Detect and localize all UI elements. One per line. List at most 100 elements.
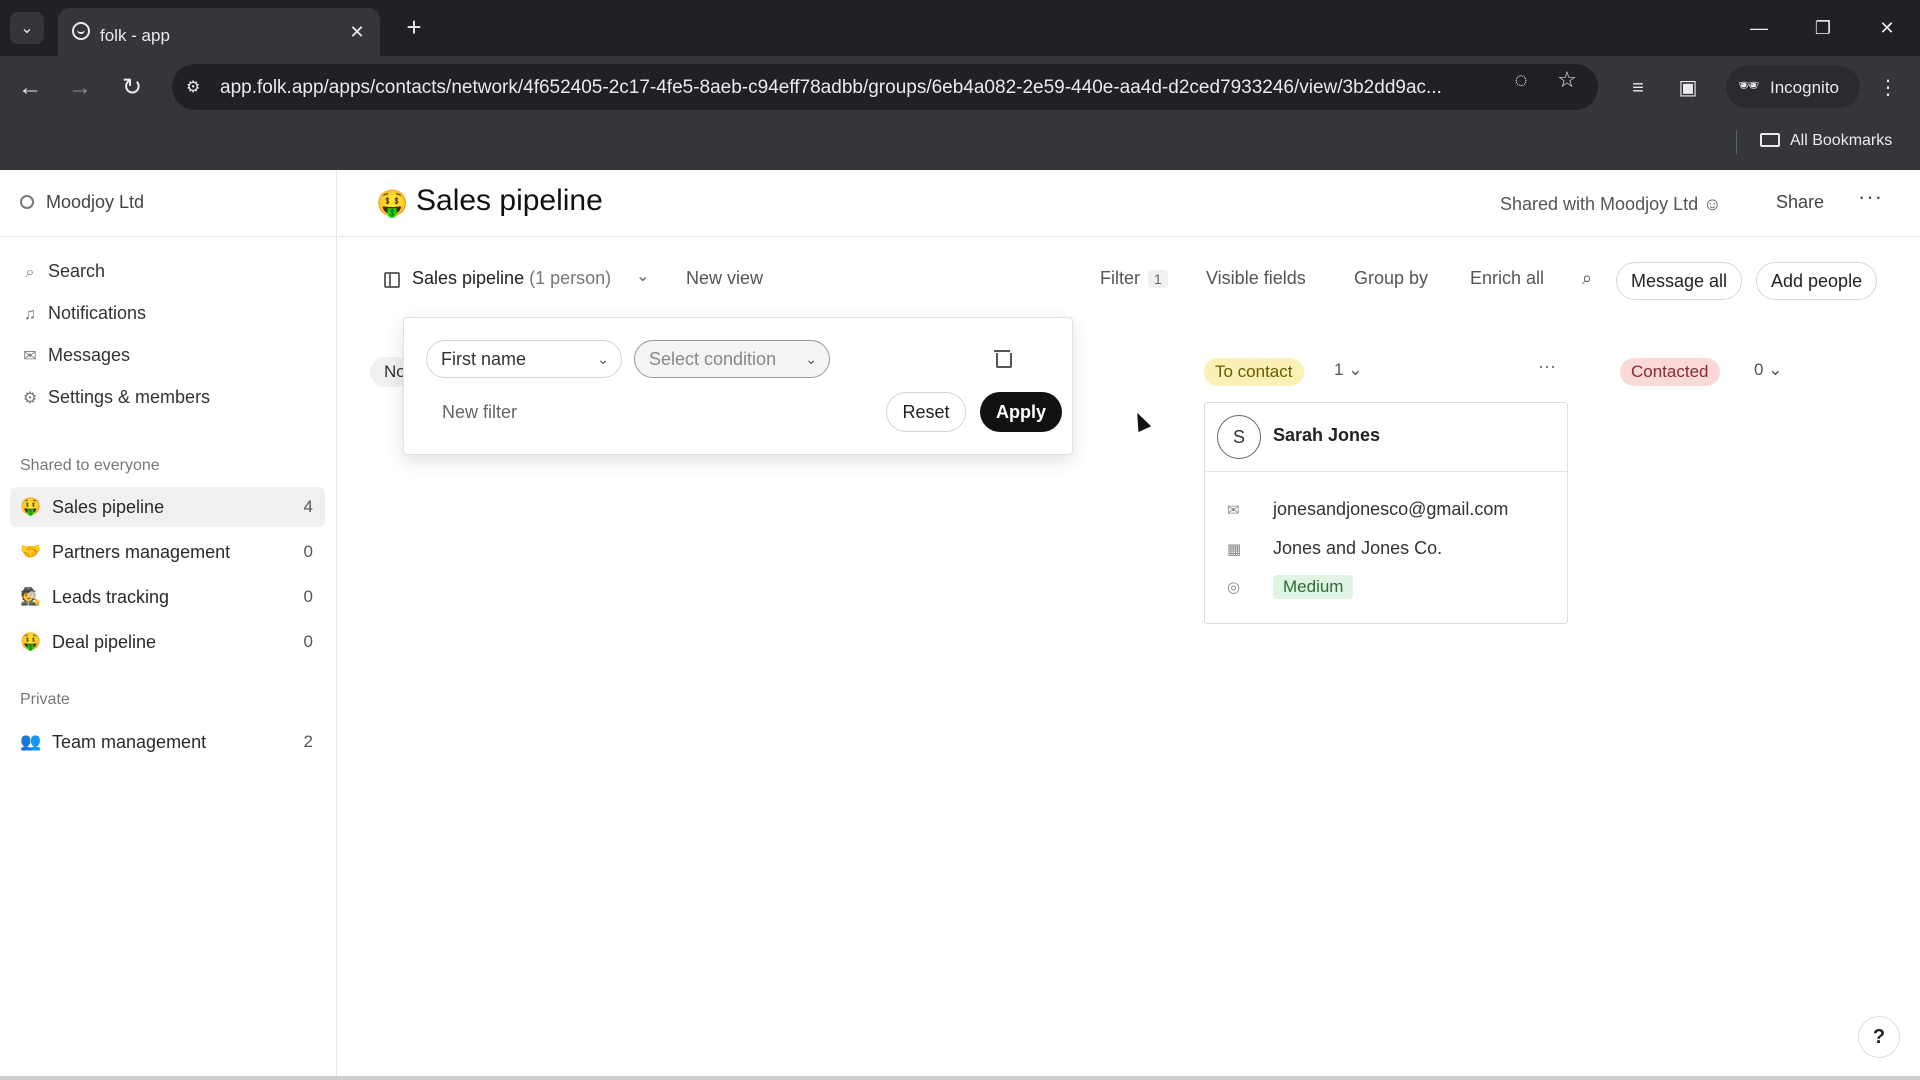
new-view-button[interactable]: New view [686,268,763,289]
browser-menu-icon[interactable]: ⋮ [1874,74,1902,102]
address-bar[interactable]: ⚙ app.folk.app/apps/contacts/network/4f6… [172,64,1598,110]
browser-tab[interactable]: folk - app ✕ [58,8,380,56]
priority-tag[interactable]: Medium [1273,575,1354,599]
sidebar-group-sales-pipeline[interactable]: 🤑 Sales pipeline 4 [10,487,325,527]
message-all-button[interactable]: Message all [1616,262,1743,300]
sidebar-item-label: Notifications [48,303,147,323]
enrich-all-button[interactable]: Enrich all [1470,268,1544,289]
workspace-name: Moodjoy Ltd [46,192,145,212]
media-controls-icon[interactable]: ≡ [1624,74,1652,102]
chevron-down-icon: ⌄ [1348,360,1363,379]
bookmarks-bar: All Bookmarks [0,118,1920,170]
board-view-icon [384,272,400,288]
eye-off-icon[interactable]: ◌ [1508,68,1534,92]
status-circle-icon: ◎ [1227,579,1241,596]
new-filter-button[interactable]: New filter [442,402,517,423]
minimize-icon[interactable]: — [1744,14,1774,42]
column-count-contacted[interactable]: 0 ⌄ [1754,360,1782,380]
help-button[interactable]: ? [1858,1016,1900,1058]
main-content: 🤑 Sales pipeline Shared with Moodjoy Ltd… [338,170,1920,1080]
page-header: 🤑 Sales pipeline Shared with Moodjoy Ltd… [338,170,1920,237]
close-tab-icon[interactable]: ✕ [346,21,368,43]
search-icon[interactable]: ⌕ [1582,268,1592,289]
count-value: 1 [1334,360,1344,379]
sidebar-group-leads-tracking[interactable]: 🕵 Leads tracking 0 [10,577,325,617]
reload-icon[interactable]: ↻ [116,72,148,104]
shared-with-button[interactable]: Shared with Moodjoy Ltd ☺ [1500,194,1722,215]
url-text[interactable]: app.folk.app/apps/contacts/network/4f652… [220,77,1670,99]
contact-card[interactable]: S Sarah Jones ✉ jonesandjonesco@gmail.com… [1204,402,1568,624]
folder-icon [1760,133,1780,147]
back-icon[interactable]: ← [14,72,46,104]
column-chip-to-contact[interactable]: To contact [1204,358,1304,386]
card-divider [1205,471,1567,472]
workspace-icon [20,195,34,209]
column-more-icon[interactable]: ··· [1538,356,1556,377]
handshake-icon: 🤝 [20,542,42,561]
filter-condition-select[interactable]: Select condition ⌄ [634,340,830,378]
sidebar-group-deal-pipeline[interactable]: 🤑 Deal pipeline 0 [10,622,325,662]
add-people-button[interactable]: Add people [1756,262,1878,300]
all-bookmarks-button[interactable]: All Bookmarks [1760,132,1892,150]
filter-button[interactable]: Filter 1 [1100,268,1168,289]
contact-email[interactable]: jonesandjonesco@gmail.com [1273,499,1508,519]
browser-toolbar: ← → ↻ ⚙ app.folk.app/apps/contacts/netwo… [0,56,1920,118]
filter-field-select[interactable]: First name ⌄ [426,340,622,378]
sidebar-item-notifications[interactable]: ♫ Notifications [20,298,320,328]
money-face-icon: 🤑 [20,632,42,651]
mail-icon: ✉ [23,348,37,365]
money-face-icon: 🤑 [376,188,409,218]
group-count: 2 [303,732,313,751]
sidebar-item-settings[interactable]: ⚙ Settings & members [20,382,320,412]
column-count-to-contact[interactable]: 1 ⌄ [1334,360,1362,380]
bottom-scrollbar[interactable] [0,1076,1920,1080]
new-tab-icon[interactable]: + [398,12,430,44]
group-label: Team management [52,732,207,752]
group-count: 0 [303,542,313,561]
filter-label: Filter [1100,268,1140,288]
filter-count-badge: 1 [1148,270,1168,288]
workspace-avatar-icon: ☺ [1703,194,1722,214]
chevron-down-icon[interactable]: ⌄ [636,266,649,286]
workspace-switcher[interactable]: Moodjoy Ltd [20,192,144,213]
sidebar-item-search[interactable]: ⌕ Search [20,256,320,286]
site-settings-icon[interactable]: ⚙ [186,77,208,97]
view-selector[interactable]: Sales pipeline (1 person) [412,268,611,289]
column-chip-contacted[interactable]: Contacted [1620,358,1720,386]
view-toolbar: Sales pipeline (1 person) ⌄ New view Fil… [338,262,1920,302]
view-name: Sales pipeline [412,268,525,288]
browser-tab-strip: ⌄ folk - app ✕ + — ❐ ✕ [0,0,1920,56]
building-icon: ▦ [1227,541,1242,558]
visible-fields-button[interactable]: Visible fields [1206,268,1306,289]
group-by-button[interactable]: Group by [1354,268,1428,289]
share-button[interactable]: Share [1776,192,1824,213]
shared-with-label: Shared with Moodjoy Ltd [1500,194,1699,214]
card-email-row: ✉ jonesandjonesco@gmail.com [1227,499,1508,520]
sidebar-item-label: Messages [48,345,131,365]
incognito-badge[interactable]: 🕶 Incognito [1726,66,1860,108]
group-label: Leads tracking [52,587,170,607]
avatar: S [1217,415,1261,459]
tab-search-chevron-icon[interactable]: ⌄ [10,12,44,44]
tab-title: folk - app [100,26,170,45]
gear-icon: ⚙ [22,390,38,407]
filter-popover: First name ⌄ Select condition ⌄ New filter… [403,317,1073,455]
trash-icon[interactable] [994,348,1012,368]
more-options-icon[interactable]: ··· [1858,184,1883,210]
reset-button[interactable]: Reset [886,392,966,432]
contact-company[interactable]: Jones and Jones Co. [1273,538,1442,558]
close-window-icon[interactable]: ✕ [1872,14,1902,42]
contact-name[interactable]: Sarah Jones [1273,425,1380,446]
sidebar-group-team-management[interactable]: 👥 Team management 2 [10,722,325,762]
page-title[interactable]: Sales pipeline [416,184,603,218]
folk-app: Moodjoy Ltd ⌕ Search ♫ Notifications ✉ Mess… [0,170,1920,1080]
forward-icon[interactable]: → [64,72,96,104]
sidebar-group-partners-management[interactable]: 🤝 Partners management 0 [10,532,325,572]
side-panel-icon[interactable]: ▣ [1674,74,1702,102]
restore-icon[interactable]: ❐ [1808,14,1838,42]
money-face-icon: 🤑 [20,497,42,516]
sidebar-item-label: Search [48,261,106,281]
apply-button[interactable]: Apply [980,392,1062,432]
bookmark-star-icon[interactable]: ☆ [1554,68,1580,92]
sidebar-item-messages[interactable]: ✉ Messages [20,340,320,370]
